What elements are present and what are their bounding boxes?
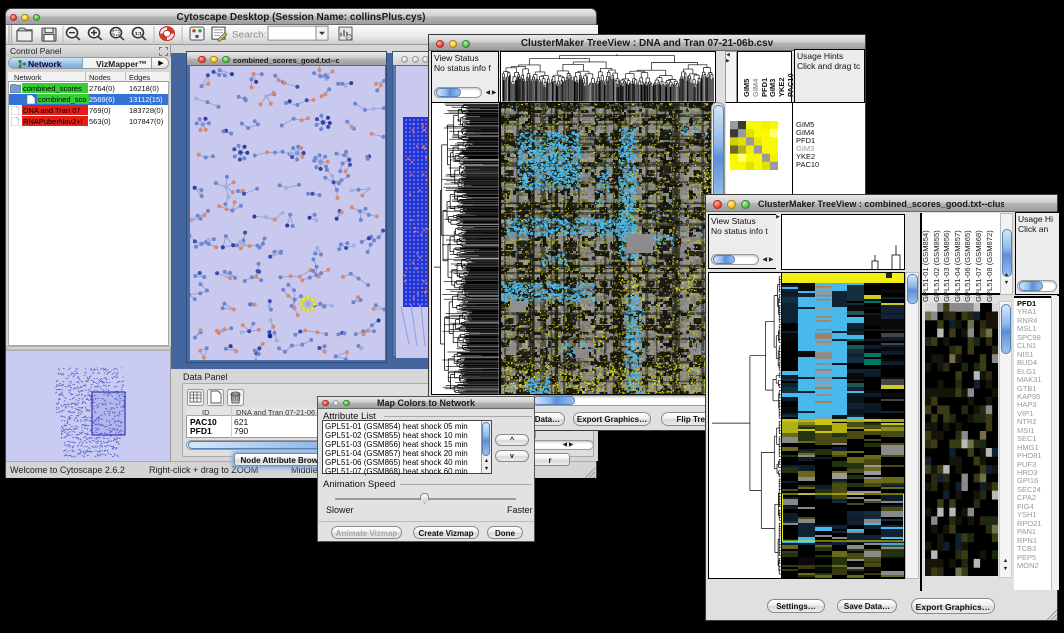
- svg-text:Search:: Search:: [232, 30, 266, 41]
- svg-text:1:1: 1:1: [135, 31, 142, 37]
